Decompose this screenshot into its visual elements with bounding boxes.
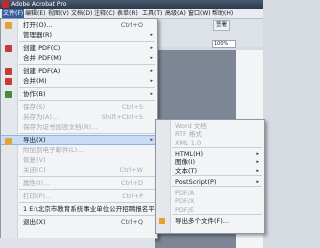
menu-2[interactable]: 视图(V) — [48, 9, 69, 18]
menu-item-icon — [5, 67, 12, 75]
menu-separator — [19, 176, 155, 177]
menu-item-label: 保存(S) — [23, 103, 46, 111]
submenu-separator — [172, 174, 262, 176]
menu-item-shortcut: Ctrl+P — [122, 192, 143, 200]
menu-item-shortcut: Ctrl+S — [121, 103, 143, 111]
sign-button[interactable]: 签署 — [213, 20, 231, 31]
file-menu: 打开(O)... Ctrl+O 管理器(R) ▸ 创建 PDF(C) ▸ 合并 PDF(M)… — [0, 18, 174, 239]
menu-item-shortcut: Ctrl+O — [120, 21, 143, 29]
file-menu-item[interactable]: 另存为(A)... Shift+Ctrl+S — [1, 112, 157, 122]
status-bar — [0, 238, 155, 248]
export-multiple-icon — [159, 218, 165, 224]
menu-item-label: 协作(B) — [23, 90, 46, 98]
menu-item-icon — [5, 77, 12, 85]
submenu-arrow-icon: ▸ — [150, 78, 153, 84]
submenu-separator — [172, 146, 262, 148]
file-menu-item[interactable]: 恢复(V) — [1, 155, 157, 165]
submenu-arrow-icon: ▸ — [150, 91, 153, 97]
menu-separator — [19, 133, 155, 134]
menu-item-icon — [5, 21, 12, 29]
file-menu-item[interactable]: 合并(M) ▸ — [1, 76, 157, 86]
menu-item-label: 附加到电子邮件(L)... — [23, 146, 84, 154]
menu-0[interactable]: 文件(F) — [2, 9, 25, 18]
file-menu-item[interactable]: 附加到电子邮件(L)... — [1, 145, 157, 155]
file-menu-item[interactable]: 保存为证书加密文档(R)... — [1, 122, 157, 132]
file-menu-item[interactable]: 打印(P)... Ctrl+P — [1, 191, 157, 201]
menu-item-label: 合并 PDF(M) — [23, 54, 62, 62]
menu-item-label: 另存为(A)... — [23, 113, 59, 121]
file-menu-item[interactable]: 创建 PDF(C) ▸ — [1, 43, 157, 53]
file-menu-item[interactable]: 关闭(C) Ctrl+W — [1, 165, 157, 175]
sign-label: 签署 — [216, 22, 228, 28]
window-title: Adobe Acrobat Pro — [11, 0, 67, 8]
menu-item-label: 退出(X) — [23, 218, 46, 226]
menu-6[interactable]: 工具(T) — [142, 9, 162, 18]
menu-item-label: 1 E:\北京市教育系统事业单位公开招聘报名平台.pdf — [23, 205, 174, 213]
submenu-arrow-icon: ▸ — [150, 55, 153, 61]
menu-item-shortcut: Ctrl+W — [119, 166, 143, 174]
title-bar: Adobe Acrobat Pro — [0, 0, 263, 9]
menu-7[interactable]: 高级(A) — [165, 9, 186, 18]
menu-item-label: 恢复(V) — [23, 156, 46, 164]
file-menu-item[interactable]: 管理器(R) ▸ — [1, 30, 157, 40]
menu-item-label: 打开(O)... — [23, 21, 53, 29]
menu-1[interactable]: 编辑(E) — [25, 9, 45, 18]
file-menu-item[interactable]: 1 E:\北京市教育系统事业单位公开招聘报名平台.pdf — [1, 204, 174, 214]
menu-item-label: 创建 PDF(C) — [23, 44, 61, 52]
file-menu-item[interactable]: 退出(X) Ctrl+Q — [1, 217, 157, 227]
submenu-arrow-icon: ▸ — [150, 68, 153, 74]
menu-item-label: 导出(X) — [23, 136, 46, 144]
submenu-separator — [172, 214, 262, 215]
menu-item-icon — [5, 137, 12, 145]
menu-5[interactable]: 表单(R) — [117, 9, 138, 18]
menu-item-label: 管理器(R) — [23, 31, 53, 39]
menu-item-label: 打印(P)... — [23, 192, 52, 200]
menu-4[interactable]: 注释(C) — [94, 9, 115, 18]
submenu-arrow-icon: ▸ — [150, 32, 153, 38]
menu-separator — [19, 87, 155, 88]
menu-item-icon — [5, 44, 12, 52]
menu-separator — [19, 202, 155, 203]
menu-separator — [19, 100, 155, 101]
export-submenu-item[interactable]: 导出多个文件(F)... — [156, 216, 264, 226]
menu-item-shortcut: Shift+Ctrl+S — [101, 113, 143, 121]
menu-item-label: 保存为证书加密文档(R)... — [23, 123, 98, 131]
menu-item-label: 关闭(C) — [23, 166, 46, 174]
submenu-separator — [172, 186, 262, 188]
file-menu-item[interactable]: 创建 PDF(A) ▸ — [1, 66, 157, 76]
submenu-arrow-icon: ▸ — [150, 45, 153, 51]
toolbar: 签署 — [155, 19, 263, 47]
menu-separator — [19, 215, 155, 216]
menu-3[interactable]: 文档(D) — [71, 9, 92, 18]
menu-separator — [19, 189, 155, 190]
file-menu-item[interactable]: 保存(S) Ctrl+S — [1, 102, 157, 112]
menu-item-icon — [5, 90, 12, 98]
acrobat-logo-icon — [2, 1, 9, 8]
menu-item-label: 属性(I)... — [23, 179, 50, 187]
export-submenu: Word 文档 RTF 格式 XML 1.0 HTML(H) ▸ 图像(I) ▸ 文本(T) ▸… — [155, 119, 265, 234]
file-menu-item[interactable]: 属性(I)... Ctrl+D — [1, 178, 157, 188]
menu-item-label: 创建 PDF(A) — [23, 67, 61, 75]
menu-9[interactable]: 帮助(H) — [212, 9, 233, 18]
menu-8[interactable]: 窗口(W) — [188, 9, 211, 18]
file-menu-item[interactable]: 导出(X) ▸ — [1, 135, 157, 145]
menu-item-shortcut: Ctrl+Q — [120, 218, 143, 226]
zoom-field[interactable]: 100% — [212, 40, 236, 48]
menu-item-shortcut: Ctrl+D — [120, 179, 143, 187]
submenu-item-label: 导出多个文件(F)... — [175, 217, 230, 225]
menu-separator — [19, 64, 155, 65]
submenu-arrow-icon: ▸ — [150, 137, 153, 143]
file-menu-item[interactable]: 合并 PDF(M) ▸ — [1, 53, 157, 63]
file-menu-item[interactable]: 打开(O)... Ctrl+O — [1, 20, 157, 30]
menu-separator — [19, 41, 155, 42]
file-menu-item[interactable]: 协作(B) ▸ — [1, 89, 157, 99]
menu-item-label: 合并(M) — [23, 77, 47, 85]
